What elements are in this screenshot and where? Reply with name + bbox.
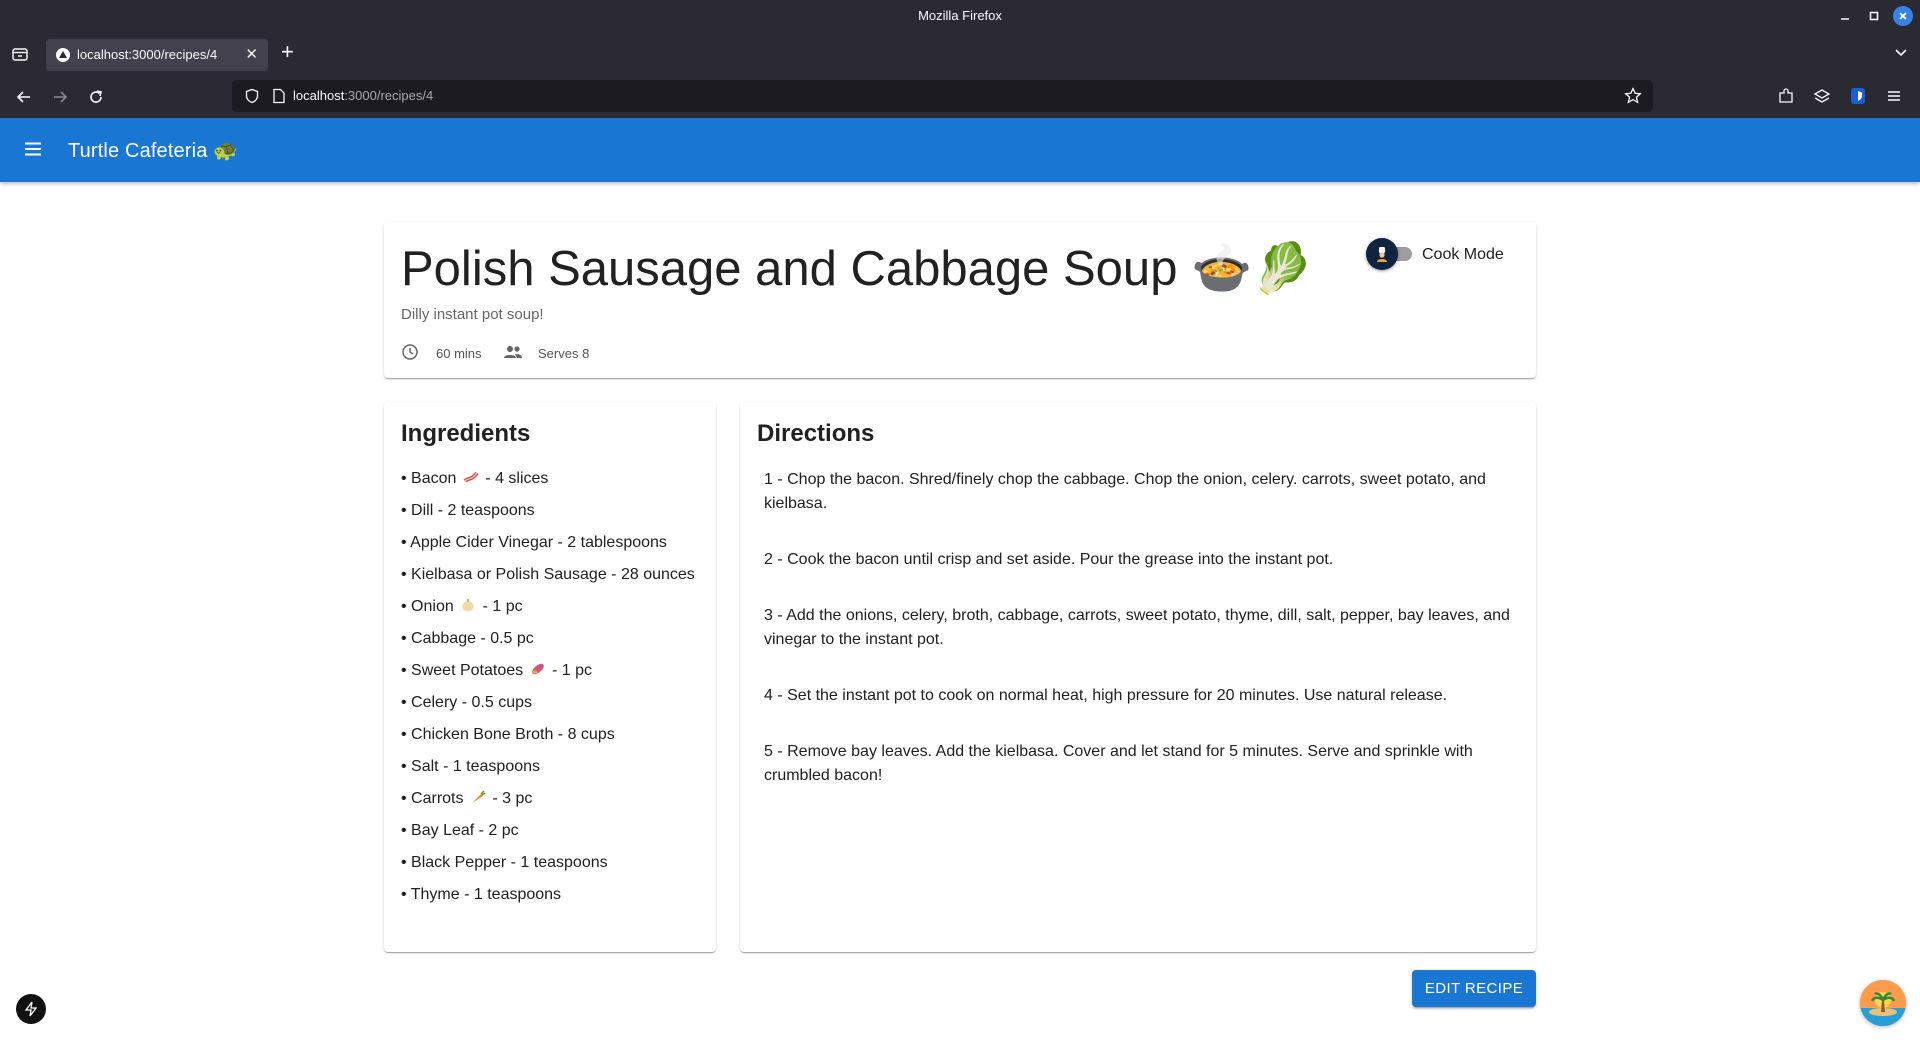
ingredients-card: Ingredients • Bacon - 4 slices • Dill - 2… [384,402,716,952]
ingredient-item: • Kielbasa or Polish Sausage - 28 ounces [401,564,695,596]
minimize-window-icon[interactable] [1835,6,1855,26]
tab-strip: localhost:3000/recipes/4 ✕ + [0,32,1920,76]
sweet-potato-icon [530,661,546,677]
recipe-header-card: Polish Sausage and Cabbage Soup 🍲🥬 Dilly… [384,222,1536,378]
ingredient-text: • Chicken Bone Broth - 8 cups [401,726,615,743]
ingredient-item: • Bacon - 4 slices [401,468,695,500]
chef-icon[interactable] [1366,238,1398,270]
chevron-down-icon[interactable] [1893,44,1909,60]
ingredient-item: • Bay Leaf - 2 pc [401,820,695,852]
direction-step: 3 - Add the onions, celery, broth, cabba… [764,607,1510,648]
close-window-icon[interactable] [1893,6,1913,26]
ingredient-text: • Bay Leaf - 2 pc [401,822,519,839]
recipe-description: Dilly instant pot soup! [401,306,544,323]
ingredient-text: • Bacon [401,470,461,487]
window-titlebar: Mozilla Firefox [0,0,1920,32]
hamburger-menu-icon[interactable] [1884,86,1904,106]
ingredient-text: • Kielbasa or Polish Sausage - 28 ounces [401,566,695,583]
address-bar[interactable]: localhost:3000/recipes/4 [232,80,1653,112]
extensions-puzzle-icon[interactable] [1776,86,1796,106]
ingredient-item: • Carrots - 3 pc [401,788,695,820]
close-tab-icon[interactable]: ✕ [245,45,258,63]
ingredient-text: • Celery - 0.5 cups [401,694,532,711]
extension-layers-icon[interactable] [1812,86,1832,106]
url-text[interactable]: localhost:3000/recipes/4 [293,88,433,103]
ingredient-text: • Apple Cider Vinegar - 2 tablespoons [401,534,667,551]
recipe-title: Polish Sausage and Cabbage Soup 🍲🥬 [401,242,1314,296]
ingredient-quantity: - 1 pc [547,662,593,679]
direction-step: 2 - Cook the bacon until crisp and set a… [764,551,1334,568]
direction-step: 1 - Chop the bacon. Shred/finely chop th… [764,471,1486,512]
ingredient-quantity: - 4 slices [480,470,549,487]
ingredient-text: • Thyme - 1 teaspoons [401,886,562,903]
onion-icon [460,597,476,613]
ingredient-quantity: - 1 pc [478,598,523,615]
people-icon [503,343,522,361]
ingredient-quantity: - 3 pc [487,790,533,807]
servings: Serves 8 [538,346,590,361]
menu-icon[interactable] [22,138,44,160]
cook-mode-label: Cook Mode [1422,246,1504,263]
ingredients-heading: Ingredients [401,420,531,447]
cook-time: 60 mins [436,346,482,361]
site-favicon-icon [56,48,70,62]
ingredient-text: • Cabbage - 0.5 pc [401,630,534,647]
ingredient-item: • Cabbage - 0.5 pc [401,628,695,660]
ingredient-text: • Sweet Potatoes [401,662,528,679]
app-bar: Turtle Cafeteria 🐢 [0,118,1920,182]
ingredient-item: • Celery - 0.5 cups [401,692,695,724]
ingredient-item: • Chicken Bone Broth - 8 cups [401,724,695,756]
ingredient-text: • Salt - 1 teaspoons [401,758,541,775]
ingredient-item: • Dill - 2 teaspoons [401,500,695,532]
direction-step: 4 - Set the instant pot to cook on norma… [764,687,1448,704]
url-host: localhost [293,88,345,103]
directions-heading: Directions [757,420,875,447]
url-path: :3000/recipes/4 [344,88,434,103]
ingredient-text: • Dill - 2 teaspoons [401,502,535,519]
ingredient-item: • Thyme - 1 teaspoons [401,884,695,916]
edit-recipe-button[interactable]: EDIT RECIPE [1412,970,1536,1007]
page-info-icon[interactable] [272,88,286,104]
island-avatar-icon[interactable] [1860,980,1906,1026]
password-manager-shield-icon[interactable] [1848,86,1868,106]
reload-icon[interactable] [83,84,109,110]
dev-tools-lightning-icon[interactable] [16,994,46,1024]
ingredient-text: • Carrots [401,790,468,807]
ingredient-item: • Onion - 1 pc [401,596,695,628]
app-title[interactable]: Turtle Cafeteria 🐢 [68,138,238,163]
tab-list-icon[interactable] [10,44,30,64]
forward-arrow-icon[interactable] [47,84,73,110]
maximize-window-icon[interactable] [1864,6,1884,26]
ingredient-item: • Sweet Potatoes - 1 pc [401,660,695,692]
clock-icon [401,343,419,361]
bookmark-star-icon[interactable] [1623,86,1643,106]
ingredient-item: • Apple Cider Vinegar - 2 tablespoons [401,532,695,564]
ingredient-item: • Salt - 1 teaspoons [401,756,695,788]
ingredient-text: • Onion [401,598,459,615]
directions-card: Directions 1 - Chop the bacon. Shred/fin… [740,402,1536,952]
tracking-protection-shield-icon[interactable] [244,88,260,104]
ingredient-text: • Black Pepper - 1 teaspoons [401,854,608,871]
ingredients-list: • Bacon - 4 slices • Dill - 2 teaspoons • … [401,468,695,916]
back-arrow-icon[interactable] [11,84,37,110]
tab-recipe[interactable]: localhost:3000/recipes/4 ✕ [46,39,268,71]
tab-title: localhost:3000/recipes/4 [77,47,218,62]
ingredient-item: • Black Pepper - 1 teaspoons [401,852,695,884]
navigation-toolbar: localhost:3000/recipes/4 [0,76,1920,118]
direction-step: 5 - Remove bay leaves. Add the kielbasa.… [764,743,1473,784]
carrot-icon [470,789,486,805]
window-title: Mozilla Firefox [918,8,1002,23]
directions-list: 1 - Chop the bacon. Shred/finely chop th… [764,468,1520,820]
bacon-icon [463,469,479,485]
new-tab-icon[interactable]: + [281,41,294,63]
